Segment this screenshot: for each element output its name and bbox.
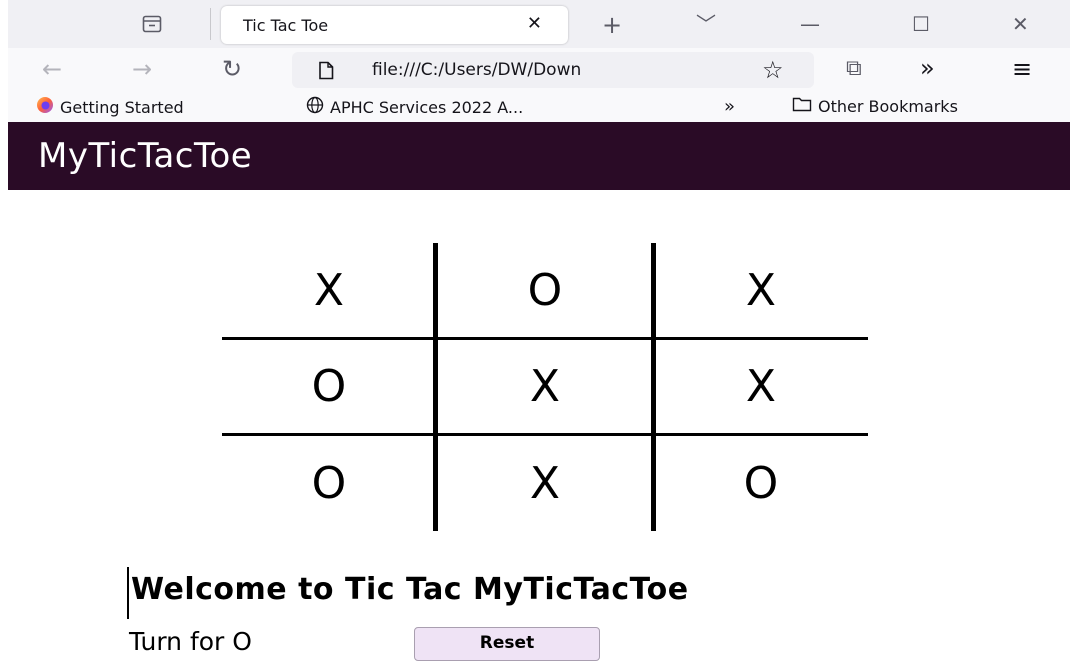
board-cell-1-1[interactable]: X [436,338,654,435]
board-cell-0-1[interactable]: O [436,243,654,338]
game-board: X O X O X X O X O [222,243,868,531]
board-divider-horizontal [222,433,868,436]
globe-icon [306,96,324,118]
extensions-icon[interactable]: ⧉ [846,57,862,81]
welcome-message: Welcome to Tic Tac MyTicTacToe [131,572,689,607]
app-menu-icon[interactable]: ≡ [1012,57,1032,81]
board-cell-2-1[interactable]: X [436,435,654,531]
bookmark-getting-started[interactable]: Getting Started [36,96,184,118]
other-bookmarks-label: Other Bookmarks [818,96,958,116]
board-cell-2-2[interactable]: O [654,435,868,531]
tab-close-icon[interactable]: ✕ [527,14,542,34]
text-caret [127,567,129,619]
back-icon[interactable]: ← [42,57,62,81]
page-icon [318,61,334,84]
board-cell-1-0[interactable]: O [222,338,436,435]
board-cell-2-0[interactable]: O [222,435,436,531]
maximize-icon[interactable]: ☐ [912,12,930,36]
forward-icon[interactable]: → [132,57,152,81]
reload-icon[interactable]: ↻ [222,57,242,81]
board-divider-vertical [651,243,656,531]
tab-title: Tic Tac Toe [243,16,329,35]
folder-icon [792,96,812,116]
board-cell-1-2[interactable]: X [654,338,868,435]
bookmarks-overflow-icon[interactable]: » [724,96,735,117]
board-divider-vertical [433,243,438,531]
tab-separator [210,8,211,40]
app-title: MyTicTacToe [38,136,253,176]
reset-button[interactable]: Reset [414,627,600,661]
tab-tic-tac-toe[interactable]: Tic Tac Toe ✕ [221,6,568,44]
minimize-icon[interactable]: — [800,12,820,36]
app-header: MyTicTacToe [8,122,1070,190]
bookmark-label: APHC Services 2022 A... [330,97,524,117]
close-window-icon[interactable]: ✕ [1012,12,1029,36]
board-divider-horizontal [222,337,868,340]
bookmark-star-icon[interactable]: ☆ [762,58,784,82]
tab-list-icon[interactable] [140,12,164,36]
board-cell-0-0[interactable]: X [222,243,436,338]
url-text: file:///C:/Users/DW/Down [372,60,582,80]
firefox-icon [36,96,54,118]
bookmark-aphc-services[interactable]: APHC Services 2022 A... [306,96,523,118]
other-bookmarks[interactable]: Other Bookmarks [792,96,958,116]
new-tab-icon[interactable]: + [602,13,622,37]
bookmarks-toolbar: Getting Started APHC Services 2022 A... … [8,92,1070,122]
list-all-tabs-icon[interactable]: ﹀ [696,12,716,36]
navigation-toolbar: ← → ↻ file:///C:/Users/DW/Down ☆ ⧉ » ≡ [8,48,1070,92]
bookmark-label: Getting Started [60,97,184,117]
turn-indicator: Turn for O [129,627,252,656]
overflow-menu-icon[interactable]: » [920,56,935,80]
browser-tab-bar: Tic Tac Toe ✕ + ﹀ — ☐ ✕ [8,0,1070,48]
url-bar[interactable]: file:///C:/Users/DW/Down ☆ [292,52,814,88]
board-cell-0-2[interactable]: X [654,243,868,338]
